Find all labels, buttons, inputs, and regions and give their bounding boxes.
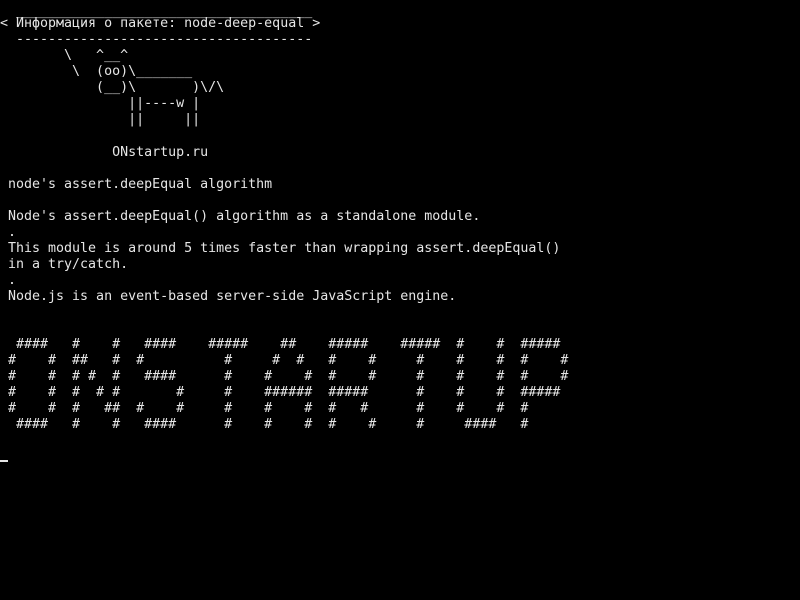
cow-ascii-line: (__)\ )\/\ — [8, 80, 225, 95]
speech-bubble-bottom-border: ------------------------------------- — [8, 32, 313, 47]
cow-ascii-line: \ ^__^ — [8, 48, 129, 63]
ascii-banner-line: #### # # #### # # # # # # #### # — [8, 417, 529, 432]
ascii-banner-line: #### # # #### ##### ## ##### ##### # # #… — [8, 337, 561, 352]
site-name: ONstartup.ru — [8, 145, 209, 160]
package-title: node's assert.deepEqual algorithm — [8, 177, 273, 192]
description-line: Node.js is an event-based server-side Ja… — [8, 289, 457, 304]
speech-bubble-message: < Информация о пакете: node-deep-equal > — [0, 16, 321, 31]
ascii-banner-line: # # # ## # # # # # # # # # # # — [8, 401, 529, 416]
description-separator: . — [8, 225, 17, 240]
description-line: in a try/catch. — [8, 257, 129, 272]
description-line: Node's assert.deepEqual() algorithm as a… — [8, 209, 481, 224]
cow-ascii-line: ||----w | — [8, 96, 201, 111]
cow-ascii-line: \ (oo)\_______ — [8, 64, 193, 79]
ascii-banner-line: # # # # # # # ###### ##### # # # ##### — [8, 385, 561, 400]
ascii-banner-line: # # # # # #### # # # # # # # # # # — [8, 369, 569, 384]
cow-ascii-line: || || — [8, 112, 201, 127]
ascii-banner-line: # # ## # # # # # # # # # # # # — [8, 353, 569, 368]
text-cursor — [0, 460, 8, 462]
description-line: This module is around 5 times faster tha… — [8, 241, 561, 256]
description-separator: . — [8, 273, 17, 288]
terminal-console[interactable]: _____________________________________ < … — [0, 0, 800, 600]
